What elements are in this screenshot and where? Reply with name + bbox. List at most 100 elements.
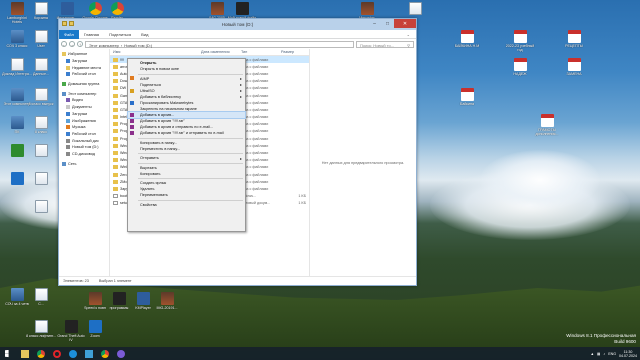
- desktop-icon-baykina2[interactable]: Байкина: [452, 88, 482, 106]
- desktop-icon-zamena[interactable]: ЗАМЕНА: [559, 58, 589, 76]
- desktop-icon-bayka[interactable]: БАЙКИНА Н.М: [452, 30, 482, 48]
- desktop-icon-dannye[interactable]: Данные...: [26, 58, 56, 76]
- forward-arrow-icon[interactable]: →: [69, 41, 75, 47]
- taskbar-ie[interactable]: [66, 348, 80, 359]
- dark-icon: [64, 320, 78, 333]
- address-bar[interactable]: Этот компьютер › Новый том (D:): [85, 40, 354, 48]
- column-name[interactable]: Имя: [110, 50, 198, 54]
- nav-item[interactable]: Локальный дис: [59, 137, 109, 144]
- desktop-icon-doc-top-right[interactable]: [400, 2, 430, 16]
- status-bar: Элементов: 23 Выбран 1 элемент: [59, 276, 416, 285]
- pdf-icon: [513, 58, 527, 71]
- doc-icon: [34, 144, 48, 157]
- start-button[interactable]: [2, 348, 16, 359]
- back-arrow-icon[interactable]: ←: [61, 41, 67, 47]
- column-type[interactable]: Тип: [238, 50, 278, 54]
- context-menu-item[interactable]: Свойства: [128, 202, 245, 208]
- nav-item[interactable]: Недавние места: [59, 64, 109, 71]
- close-button[interactable]: ✕: [394, 19, 416, 28]
- language-indicator[interactable]: ENG: [608, 352, 616, 356]
- context-menu-item[interactable]: Открыть в новом окне: [128, 66, 245, 72]
- folder-icon: [113, 179, 118, 184]
- context-menu-item[interactable]: Переименовать: [128, 192, 245, 198]
- maximize-button[interactable]: □: [381, 19, 394, 28]
- context-menu-item[interactable]: Копировать: [128, 171, 245, 177]
- folder-icon: [113, 136, 118, 141]
- nav-item-icon: [66, 138, 70, 143]
- desktop-icon-gramoty[interactable]: ГРАМОТЫ дополнения...: [532, 114, 562, 136]
- desktop-icon-tb7[interactable]: IMG-20191...: [152, 292, 182, 310]
- tray-arrow-icon[interactable]: ▲: [590, 352, 594, 356]
- menu-separator: [138, 199, 243, 201]
- column-date[interactable]: Дата изменения: [198, 50, 238, 54]
- network-icon[interactable]: ▩: [597, 352, 600, 356]
- taskbar-opera[interactable]: [50, 348, 64, 359]
- desktop-icon-doc-b[interactable]: [26, 172, 56, 186]
- title-bar[interactable]: Новый том (D:) – □ ✕: [59, 19, 416, 30]
- nav-item[interactable]: Рабочий стол: [59, 131, 109, 138]
- tab-view[interactable]: Вид: [136, 30, 153, 39]
- taskbar-explorer[interactable]: [18, 348, 32, 359]
- nav-item-label: Музыка: [72, 125, 86, 130]
- desktop-icon-label: Байкина: [460, 102, 474, 106]
- taskbar-chrome[interactable]: [34, 348, 48, 359]
- desktop-icon-s2[interactable]: С...: [26, 288, 56, 306]
- context-menu-item[interactable]: Переместить в папку...: [128, 146, 245, 152]
- desktop-icon-doc-a[interactable]: [26, 144, 56, 158]
- taskbar-folder[interactable]: [82, 348, 96, 359]
- breadcrumb-drive[interactable]: Новый том (D:): [124, 42, 152, 48]
- context-menu-item[interactable]: Отправить ▸: [128, 155, 245, 161]
- chevron-down-icon[interactable]: ⌄: [407, 32, 410, 37]
- dark-icon: [112, 292, 126, 305]
- desktop-icon-tb1[interactable]: 8 класс лифтинг...: [26, 320, 56, 338]
- desktop-icon-doc-c[interactable]: [26, 200, 56, 214]
- desktop-icon-tb3[interactable]: Zoom: [80, 320, 110, 338]
- pdf-icon: [567, 30, 581, 43]
- nav-item[interactable]: Изображения: [59, 117, 109, 124]
- breadcrumb-computer[interactable]: Этот компьютер: [89, 42, 119, 48]
- window-title: Новый том (D:): [221, 22, 254, 27]
- menu-separator: [138, 137, 243, 139]
- nav-item[interactable]: Избранное: [59, 51, 109, 58]
- desktop-icon-uchgod[interactable]: 2022-23 учебный год: [505, 30, 535, 52]
- doc-icon: [34, 30, 48, 43]
- preview-pane: Нет данных для предварительного просмотр…: [309, 49, 416, 276]
- nav-item[interactable]: Загрузки: [59, 111, 109, 118]
- doc-icon: [34, 200, 48, 213]
- nav-item[interactable]: Загрузки: [59, 58, 109, 65]
- nav-item[interactable]: Видео: [59, 97, 109, 104]
- status-item-count: Элементов: 23: [63, 279, 89, 283]
- clock[interactable]: 11:30 04.07.2024: [619, 350, 637, 358]
- search-input[interactable]: Поиск: Новый то... ⚲: [356, 40, 414, 48]
- desktop-icon-8klass[interactable]: 8 класс выпуск: [26, 88, 56, 106]
- up-arrow-icon[interactable]: ↑: [77, 41, 83, 47]
- taskbar-yandex[interactable]: [114, 348, 128, 359]
- tab-file[interactable]: Файл: [59, 29, 79, 39]
- context-menu-item[interactable]: Добавить в архив "!!!!.rar" и отправить …: [128, 130, 245, 136]
- taskbar-chrome2[interactable]: [98, 348, 112, 359]
- nav-item[interactable]: Рабочий стол: [59, 71, 109, 78]
- menu-item-label: Переместить в папку...: [140, 146, 180, 151]
- desktop-icon-8klass2[interactable]: 8 класс: [26, 116, 56, 134]
- internet-explorer-icon: [69, 349, 77, 358]
- nav-item[interactable]: Сеть: [59, 160, 109, 167]
- nav-item[interactable]: Этот компьютер: [59, 90, 109, 97]
- nav-item[interactable]: CD-дисковод: [59, 151, 109, 158]
- column-size[interactable]: Размер: [278, 50, 306, 54]
- menu-item-label: Добавить в архив и отправить по e-mail..…: [140, 125, 214, 130]
- tab-home[interactable]: Главная: [79, 30, 104, 39]
- nav-item[interactable]: Музыка: [59, 124, 109, 131]
- desktop-icon-recepty[interactable]: РЕЦЕПТЫ: [559, 30, 589, 48]
- volume-icon[interactable]: ♪: [603, 352, 605, 356]
- desktop-icon-nadezh[interactable]: НАДЕЖ: [505, 58, 535, 76]
- minimize-button[interactable]: –: [368, 19, 381, 28]
- folder-icon: [21, 349, 29, 358]
- nav-item[interactable]: Домашняя группа: [59, 81, 109, 88]
- menu-item-label: Удалить: [140, 187, 155, 192]
- img-icon: [360, 2, 374, 15]
- desktop-icon-user[interactable]: User: [26, 30, 56, 48]
- nav-item-icon: [62, 82, 66, 87]
- tab-share[interactable]: Поделиться: [104, 30, 136, 39]
- nav-item[interactable]: Документы: [59, 104, 109, 111]
- nav-item[interactable]: Новый том (D:): [59, 144, 109, 151]
